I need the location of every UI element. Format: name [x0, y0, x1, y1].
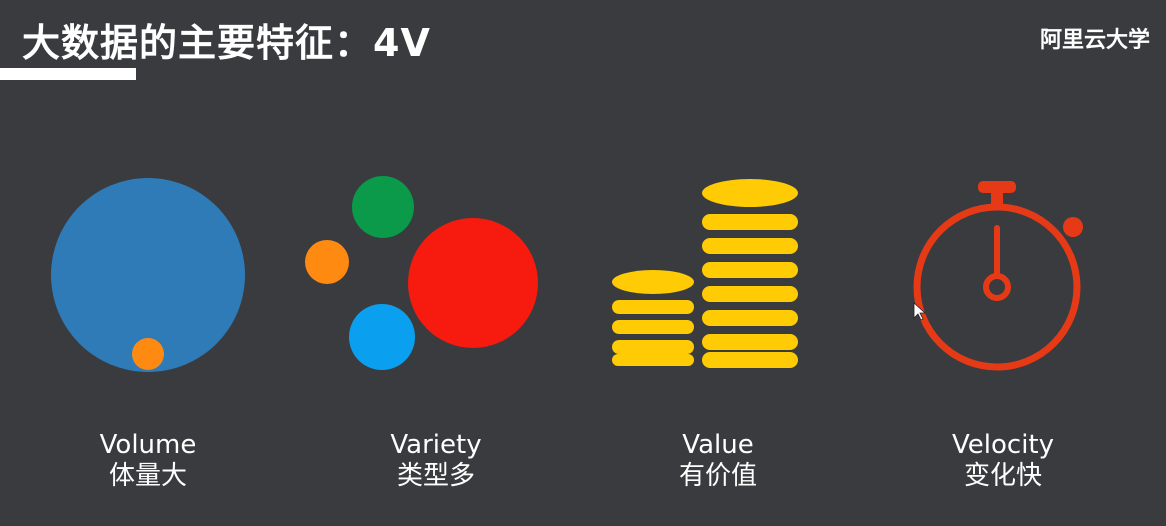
feature-variety-en: Variety: [390, 430, 482, 460]
stopwatch-icon: [913, 181, 1083, 371]
feature-velocity-cn: 变化快: [963, 461, 1042, 492]
page-title: 大数据的主要特征：4V: [22, 21, 431, 65]
feature-volume-en: Volume: [99, 430, 197, 460]
feature-value-en: Value: [682, 430, 754, 460]
feature-variety: Variety 类型多: [326, 430, 546, 492]
feature-volume-cn: 体量大: [108, 461, 187, 492]
feature-variety-cn: 类型多: [396, 461, 475, 492]
feature-velocity-en: Velocity: [952, 430, 1054, 460]
title-underline: [0, 68, 136, 80]
coin-stacks-icon: [612, 179, 798, 368]
feature-velocity: Velocity 变化快: [893, 430, 1113, 492]
multicolor-circles-icon: [305, 176, 538, 370]
brand-logo-text: 阿里云大学: [1039, 28, 1150, 53]
feature-value: Value 有价值: [608, 430, 828, 492]
feature-value-cn: 有价值: [678, 461, 757, 492]
feature-icons: [51, 176, 1083, 372]
big-circle-icon: [51, 178, 245, 372]
feature-volume: Volume 体量大: [38, 430, 258, 492]
